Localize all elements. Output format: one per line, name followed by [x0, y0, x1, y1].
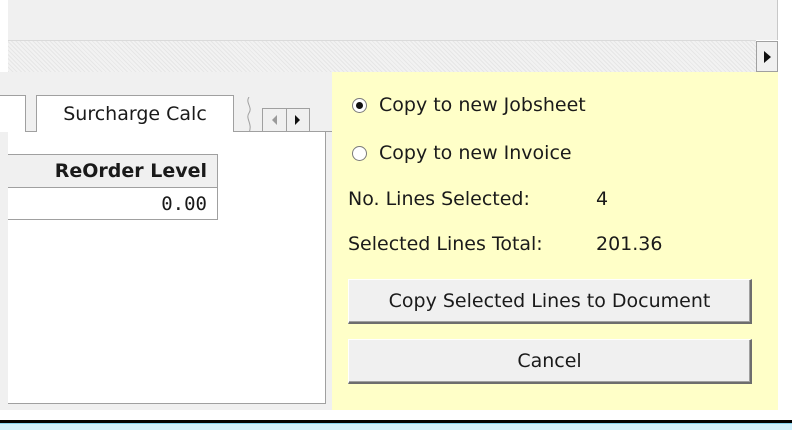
tab-overflow-mark [247, 97, 251, 133]
cancel-button-label: Cancel [517, 350, 582, 372]
window-edge [778, 0, 792, 82]
tab-scroll-buttons [262, 108, 310, 132]
selected-total-label: Selected Lines Total: [348, 233, 543, 255]
radio-copy-to-invoice[interactable]: Copy to new Invoice [352, 142, 572, 164]
triangle-left-icon [271, 115, 277, 125]
header-panel [8, 0, 778, 40]
triangle-right-icon [295, 115, 301, 125]
column-header-reorder-level[interactable]: ReOrder Level [8, 154, 218, 188]
radio-button-selected[interactable] [352, 97, 367, 113]
radio-invoice-label: Copy to new Invoice [379, 142, 572, 164]
tab-surcharge-calc[interactable]: Surcharge Calc [36, 95, 234, 132]
cancel-button[interactable]: Cancel [348, 339, 752, 384]
tab-surcharge-calc-label: Surcharge Calc [63, 103, 207, 125]
tab-scroll-right-button[interactable] [287, 109, 310, 131]
tab-previous[interactable] [0, 95, 26, 132]
scroll-right-button[interactable] [756, 41, 778, 72]
radio-dot-icon [356, 101, 363, 109]
lines-selected-label: No. Lines Selected: [348, 188, 530, 210]
horizontal-scrollbar-track[interactable] [8, 40, 756, 72]
lines-selected-value: 4 [596, 188, 609, 210]
grid-cell-value: 0.00 [161, 192, 207, 215]
radio-jobsheet-label: Copy to new Jobsheet [379, 94, 586, 116]
tab-scroll-left-button[interactable] [263, 109, 287, 131]
radio-copy-to-jobsheet[interactable]: Copy to new Jobsheet [352, 94, 586, 116]
status-strip [0, 423, 792, 430]
grid-cell-reorder-level[interactable]: 0.00 [8, 188, 218, 220]
column-header-label: ReOrder Level [54, 160, 207, 182]
triangle-right-icon [763, 50, 771, 63]
copy-selected-lines-button[interactable]: Copy Selected Lines to Document [348, 279, 752, 324]
copy-button-label: Copy Selected Lines to Document [388, 290, 711, 312]
radio-button-unselected[interactable] [352, 145, 367, 161]
selected-total-value: 201.36 [596, 233, 663, 255]
